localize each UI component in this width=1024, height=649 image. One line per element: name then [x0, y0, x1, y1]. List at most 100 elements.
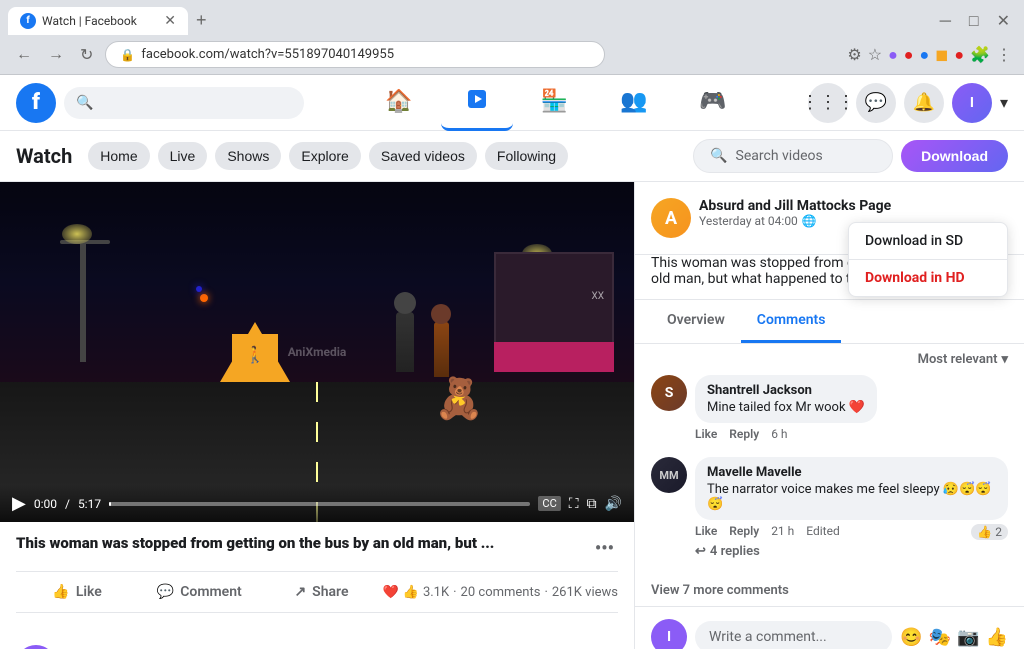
- comment-content-1: Shantrell Jackson Mine tailed fox Mr woo…: [695, 375, 877, 441]
- fb-logo[interactable]: f: [16, 83, 56, 123]
- pip-button[interactable]: ⧉: [587, 496, 597, 512]
- sort-button[interactable]: Most relevant ▾: [918, 352, 1008, 367]
- extension-4-icon[interactable]: ◼: [935, 45, 948, 64]
- browser-tab[interactable]: f Watch | Facebook ✕: [8, 7, 188, 35]
- video-progress-bar[interactable]: [109, 502, 530, 506]
- account-menu-btn[interactable]: ▾: [1000, 93, 1008, 112]
- video-controls: ▶ 0:00 / 5:17 CC ⛶ ⧉ 🔊: [0, 485, 634, 522]
- video-title-text: This woman was stopped from getting on t…: [16, 534, 591, 552]
- video-panel: 🚶 🧸 XX AniXmedia ▶ 0: [0, 182, 635, 649]
- video-info: This woman was stopped from getting on t…: [0, 522, 634, 633]
- like-action-btn[interactable]: 👍 Like: [16, 576, 138, 608]
- replies-toggle[interactable]: ↩ 4 replies: [695, 544, 1008, 559]
- comment-avatar-1: S: [651, 375, 687, 411]
- messenger-button[interactable]: 💬: [856, 83, 896, 123]
- video-container[interactable]: 🚶 🧸 XX AniXmedia ▶ 0: [0, 182, 634, 522]
- comment-item-2: MM Mavelle Mavelle The narrator voice ma…: [651, 457, 1008, 559]
- tab-comments[interactable]: Comments: [741, 300, 842, 343]
- fb-logo-letter: f: [32, 90, 40, 115]
- extensions-icon[interactable]: ⚙: [847, 45, 861, 64]
- comment-bubble-1: Shantrell Jackson Mine tailed fox Mr woo…: [695, 375, 877, 423]
- address-bar[interactable]: 🔒 facebook.com/watch?v=551897040149955: [105, 41, 605, 68]
- comment-like-btn-2[interactable]: Like: [695, 524, 717, 540]
- menu-icon[interactable]: ⋮: [996, 45, 1012, 64]
- nav-shows-btn[interactable]: Shows: [215, 142, 281, 170]
- puzzle-icon[interactable]: 🧩: [970, 45, 990, 64]
- poster-name-main[interactable]: Absurd: [699, 198, 744, 214]
- chevron-down-icon: ▾: [1001, 352, 1008, 367]
- replies-count: 4 replies: [710, 544, 760, 559]
- comments-panel: A Absurd and Jill Mattocks Page Yesterda…: [635, 182, 1024, 649]
- apps-button[interactable]: ⋮⋮⋮: [808, 83, 848, 123]
- play-button[interactable]: ▶: [12, 493, 26, 514]
- nav-groups[interactable]: 👥: [596, 75, 671, 131]
- tab-overview[interactable]: Overview: [651, 300, 741, 343]
- share-action-btn[interactable]: ↗ Share: [260, 576, 382, 608]
- extension-2-icon[interactable]: ●: [904, 45, 914, 65]
- fb-search-box[interactable]: 🔍: [64, 87, 304, 119]
- comment-author-1[interactable]: Shantrell Jackson: [707, 383, 865, 398]
- nav-explore-btn[interactable]: Explore: [289, 142, 360, 170]
- write-comment-input[interactable]: Write a comment...: [695, 621, 892, 649]
- comment-time-1: 6 h: [771, 427, 787, 441]
- nav-home[interactable]: 🏠: [361, 75, 436, 131]
- commenter-info: I Indu · Follow: [16, 645, 618, 649]
- back-button[interactable]: ←: [12, 44, 36, 66]
- comment-reply-btn-2[interactable]: Reply: [729, 524, 759, 540]
- download-button[interactable]: Download: [901, 140, 1008, 172]
- heart-icon: ❤️: [383, 585, 399, 600]
- fb-nav: 🏠 🏪 👥 🎮: [312, 75, 800, 131]
- sort-label: Most relevant: [918, 352, 998, 367]
- user-avatar[interactable]: I: [952, 83, 992, 123]
- sticker-icon[interactable]: 😊: [900, 627, 922, 648]
- thumbs-icon[interactable]: 👍: [986, 627, 1008, 648]
- tab-title: Watch | Facebook: [42, 14, 158, 28]
- refresh-button[interactable]: ↻: [76, 43, 97, 67]
- comments-count: 20 comments: [461, 585, 541, 600]
- tab-close-btn[interactable]: ✕: [164, 13, 176, 29]
- window-minimize[interactable]: ─: [934, 7, 957, 35]
- forward-button[interactable]: →: [44, 44, 68, 66]
- nav-saved-btn[interactable]: Saved videos: [369, 142, 477, 170]
- search-icon: 🔍: [76, 95, 93, 111]
- search-icon: 🔍: [710, 148, 727, 164]
- extension-5-icon[interactable]: ●: [954, 45, 964, 65]
- nav-following-btn[interactable]: Following: [485, 142, 568, 170]
- window-close[interactable]: ✕: [991, 7, 1016, 34]
- like-react-icon: 👍: [403, 585, 419, 600]
- download-dropdown: Download in SD Download in HD: [848, 222, 1008, 297]
- notifications-button[interactable]: 🔔: [904, 83, 944, 123]
- comment-reply-btn-1[interactable]: Reply: [729, 427, 759, 441]
- nav-gaming[interactable]: 🎮: [675, 75, 750, 131]
- cc-button[interactable]: CC: [538, 496, 560, 511]
- watch-title: Watch: [16, 144, 72, 168]
- more-options-button[interactable]: •••: [591, 534, 618, 563]
- nav-marketplace[interactable]: 🏪: [517, 75, 592, 131]
- poster-name-secondary[interactable]: Jill Mattocks Page: [774, 198, 891, 214]
- bookmark-icon[interactable]: ☆: [868, 45, 882, 64]
- watch-search-box[interactable]: 🔍 Search videos: [693, 139, 893, 173]
- download-sd-option[interactable]: Download in SD: [849, 223, 1007, 260]
- extension-1-icon[interactable]: ●: [888, 45, 898, 65]
- extension-3-icon[interactable]: ●: [919, 45, 929, 65]
- download-hd-option[interactable]: Download in HD: [849, 260, 1007, 296]
- comment-action-btn[interactable]: 💬 Comment: [138, 576, 260, 608]
- window-maximize[interactable]: □: [963, 7, 985, 35]
- poster-name: Absurd and Jill Mattocks Page: [699, 198, 1008, 214]
- comment-content-2: Mavelle Mavelle The narrator voice makes…: [695, 457, 1008, 559]
- nav-home-btn[interactable]: Home: [88, 142, 149, 170]
- media-icon[interactable]: 📷: [957, 627, 979, 648]
- search-placeholder: Search videos: [736, 148, 823, 164]
- volume-button[interactable]: 🔊: [605, 496, 622, 512]
- nav-live-btn[interactable]: Live: [158, 142, 208, 170]
- comment-like-btn-1[interactable]: Like: [695, 427, 717, 441]
- view-more-comments[interactable]: View 7 more comments: [635, 575, 1024, 606]
- comment-author-2[interactable]: Mavelle Mavelle: [707, 465, 996, 480]
- comment-text-1: Mine tailed fox Mr wook ❤️: [707, 400, 865, 415]
- gif-icon[interactable]: 🎭: [929, 627, 951, 648]
- share-label: Share: [312, 584, 348, 600]
- post-header: A Absurd and Jill Mattocks Page Yesterda…: [635, 182, 1024, 255]
- fullscreen-button[interactable]: ⛶: [569, 496, 579, 512]
- nav-watch[interactable]: [441, 75, 513, 131]
- new-tab-button[interactable]: +: [188, 6, 215, 35]
